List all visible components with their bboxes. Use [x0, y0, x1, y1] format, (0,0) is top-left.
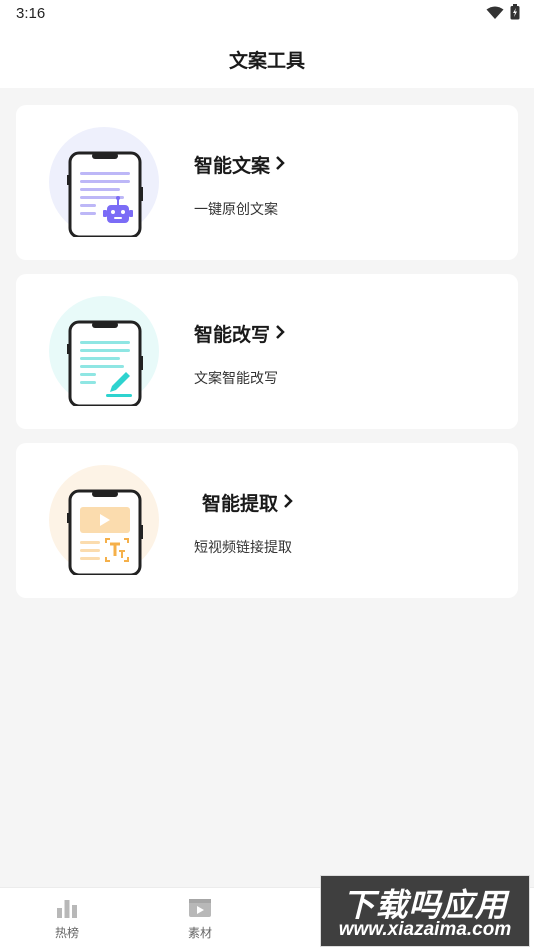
- card-title-text: 智能改写: [194, 324, 271, 346]
- watermark-url: www.xiazaima.com: [338, 919, 512, 940]
- page-title: 文案工具: [228, 50, 305, 72]
- status-icons: [486, 4, 520, 24]
- phone-robot-illustration-icon: [48, 127, 160, 239]
- header: 文案工具: [0, 28, 534, 88]
- battery-icon: [510, 4, 520, 24]
- nav-label: 热榜: [54, 926, 79, 940]
- chevron-right-icon: [274, 323, 286, 345]
- phone-video-text-illustration-icon: [48, 465, 160, 577]
- nav-label: 素材: [187, 926, 212, 940]
- tool-card-smart-rewrite[interactable]: 智能改写 文案智能改写: [16, 274, 518, 429]
- card-title-text: 智能文案: [194, 155, 271, 177]
- phone-pencil-illustration-icon: [48, 296, 160, 408]
- tool-card-smart-extract[interactable]: 智能提取 短视频链接提取: [16, 443, 518, 598]
- card-title-text: 智能提取: [202, 493, 279, 515]
- card-title: 智能提取: [202, 489, 294, 516]
- card-description: 短视频链接提取: [194, 540, 292, 556]
- nav-item-hot-list[interactable]: 热榜: [37, 898, 97, 941]
- wifi-icon: [486, 5, 504, 24]
- card-title: 智能改写: [194, 320, 286, 347]
- nav-item-materials[interactable]: 素材: [170, 898, 230, 941]
- status-time: 3:16: [16, 5, 46, 22]
- video-folder-icon: [188, 899, 212, 922]
- chevron-right-icon: [274, 154, 286, 176]
- card-description: 一键原创文案: [194, 202, 278, 218]
- card-title: 智能文案: [194, 151, 286, 178]
- watermark-logo: 下载吗应用 www.xiazaima.com: [320, 875, 530, 947]
- card-description: 文案智能改写: [194, 371, 278, 387]
- status-bar: 3:16: [0, 0, 534, 28]
- chevron-right-icon: [282, 492, 294, 514]
- bar-chart-icon: [56, 900, 78, 922]
- tool-card-smart-copywriting[interactable]: 智能文案 一键原创文案: [16, 105, 518, 260]
